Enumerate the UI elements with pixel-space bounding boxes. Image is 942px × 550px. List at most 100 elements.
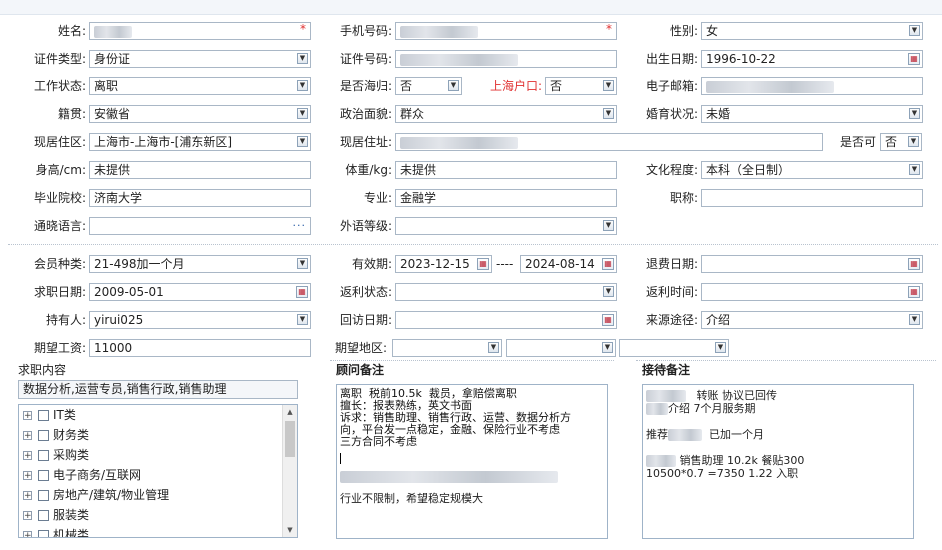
job-category-tree[interactable]: + IT类 + 财务类 + 采购类 + 电子商务/互联网 + 房地产/建筑/物业管理 + 服… <box>18 404 298 538</box>
calendar-icon[interactable]: ▦ <box>908 53 920 65</box>
valid-start-input[interactable]: 2023-12-15 ▦ <box>395 255 492 273</box>
checkbox[interactable] <box>38 410 49 421</box>
job-title-input[interactable] <box>701 189 923 207</box>
dropdown-arrow-icon[interactable]: ▼ <box>603 80 614 91</box>
holder-select[interactable]: yirui025 ▼ <box>89 311 311 329</box>
current-address-input[interactable] <box>395 133 823 151</box>
checkbox[interactable] <box>38 530 49 537</box>
job-search-date-input[interactable]: 2009-05-01 ▦ <box>89 283 311 301</box>
tree-node[interactable]: + IT类 <box>23 405 76 425</box>
tree-node[interactable]: + 服装类 <box>23 505 89 525</box>
checkbox[interactable] <box>38 450 49 461</box>
major-input[interactable]: 金融学 <box>395 189 617 207</box>
gender-select[interactable]: 女 ▼ <box>701 22 923 40</box>
id-type-select[interactable]: 身份证 ▼ <box>89 50 311 68</box>
dropdown-arrow-icon[interactable]: ▼ <box>448 80 459 91</box>
marital-status-select[interactable]: 未婚 ▼ <box>701 105 923 123</box>
tree-node[interactable]: + 房地产/建筑/物业管理 <box>23 485 169 505</box>
consultant-notes-textarea[interactable]: 离职 税前10.5k 裁员，拿赔偿离职 擅长：报表熟练，英文书面 诉求：销售助理… <box>336 384 608 539</box>
rebate-time-input[interactable]: ▦ <box>701 283 923 301</box>
tree-expand-icon[interactable]: + <box>23 431 32 441</box>
weight-input[interactable]: 未提供 <box>395 161 617 179</box>
reception-line-1-text: 转账 协议已回传 <box>696 389 778 402</box>
tree-scrollbar[interactable]: ▲ ▼ <box>282 405 297 537</box>
name-input[interactable]: * <box>89 22 311 40</box>
valid-end-input[interactable]: 2024-08-14 ▦ <box>520 255 617 273</box>
dropdown-arrow-icon[interactable]: ▼ <box>297 80 308 91</box>
dropdown-arrow-icon[interactable]: ▼ <box>603 220 614 231</box>
text-cursor <box>340 453 341 464</box>
current-area-select[interactable]: 上海市-上海市-[浦东新区] ▼ <box>89 133 311 151</box>
member-type-select[interactable]: 21-498加一个月 ▼ <box>89 255 311 273</box>
dropdown-arrow-icon[interactable]: ▼ <box>909 164 920 175</box>
tree-expand-icon[interactable]: + <box>23 411 32 421</box>
followup-date-input[interactable]: ▦ <box>395 311 617 329</box>
calendar-icon[interactable]: ▦ <box>908 286 920 298</box>
dropdown-arrow-icon[interactable]: ▼ <box>909 108 920 119</box>
dropdown-arrow-icon[interactable]: ▼ <box>909 314 920 325</box>
tree-expand-icon[interactable]: + <box>23 491 32 501</box>
calendar-icon[interactable]: ▦ <box>477 258 489 270</box>
dropdown-arrow-icon[interactable]: ▼ <box>909 25 920 36</box>
dropdown-arrow-icon[interactable]: ▼ <box>297 258 308 269</box>
tree-expand-icon[interactable]: + <box>23 531 32 537</box>
political-status-select[interactable]: 群众 ▼ <box>395 105 617 123</box>
expected-area-province-select[interactable]: ▼ <box>392 339 502 357</box>
dropdown-arrow-icon[interactable]: ▼ <box>488 342 499 353</box>
phone-input[interactable]: * <box>395 22 617 40</box>
is-available-select[interactable]: 否 ▼ <box>880 133 922 151</box>
tree-node[interactable]: + 机械类 <box>23 525 89 537</box>
tree-node-label: 采购类 <box>53 448 90 462</box>
dropdown-arrow-icon[interactable]: ▼ <box>297 314 308 325</box>
dropdown-arrow-icon[interactable]: ▼ <box>603 286 614 297</box>
calendar-icon[interactable]: ▦ <box>602 258 614 270</box>
dropdown-arrow-icon[interactable]: ▼ <box>297 53 308 64</box>
shanghai-hukou-select[interactable]: 否 ▼ <box>545 77 617 95</box>
tree-expand-icon[interactable]: + <box>23 511 32 521</box>
rebate-status-select[interactable]: ▼ <box>395 283 617 301</box>
education-select[interactable]: 本科（全日制） ▼ <box>701 161 923 179</box>
checkbox[interactable] <box>38 430 49 441</box>
calendar-icon[interactable]: ▦ <box>908 258 920 270</box>
expected-area-city-select[interactable]: ▼ <box>506 339 616 357</box>
source-select[interactable]: 介绍 ▼ <box>701 311 923 329</box>
native-place-select[interactable]: 安徽省 ▼ <box>89 105 311 123</box>
tree-node[interactable]: + 电子商务/互联网 <box>23 465 141 485</box>
name-label: 姓名: <box>57 24 86 38</box>
calendar-icon[interactable]: ▦ <box>602 314 614 326</box>
calendar-icon[interactable]: ▦ <box>296 286 308 298</box>
tree-node[interactable]: + 采购类 <box>23 445 89 465</box>
dropdown-arrow-icon[interactable]: ▼ <box>715 342 726 353</box>
reception-notes-textarea[interactable]: 转账 协议已回传 介绍 7个月服务期 推荐 已加一个月 销售助理 10.2k 餐… <box>642 384 914 539</box>
language-level-select[interactable]: ▼ <box>395 217 617 235</box>
languages-input[interactable]: ··· <box>89 217 311 235</box>
school-label: 毕业院校: <box>33 191 86 205</box>
id-number-input[interactable] <box>395 50 617 68</box>
height-input[interactable]: 未提供 <box>89 161 311 179</box>
school-input[interactable]: 济南大学 <box>89 189 311 207</box>
dropdown-arrow-icon[interactable]: ▼ <box>603 108 614 119</box>
email-input[interactable] <box>701 77 923 95</box>
checkbox[interactable] <box>38 470 49 481</box>
work-status-select[interactable]: 离职 ▼ <box>89 77 311 95</box>
dropdown-arrow-icon[interactable]: ▼ <box>602 342 613 353</box>
expected-area-district-select[interactable]: ▼ <box>619 339 729 357</box>
checkbox[interactable] <box>38 490 49 501</box>
reception-line-1: 转账 协议已回传 <box>646 389 777 402</box>
tree-expand-icon[interactable]: + <box>23 451 32 461</box>
more-options-icon[interactable]: ··· <box>293 218 307 234</box>
expected-salary-input[interactable]: 11000 <box>89 339 311 357</box>
tree-node[interactable]: + 财务类 <box>23 425 89 445</box>
dropdown-arrow-icon[interactable]: ▼ <box>908 136 919 147</box>
birth-date-input[interactable]: 1996-10-22 ▦ <box>701 50 923 68</box>
scrollbar-thumb[interactable] <box>285 421 295 457</box>
refund-date-input[interactable]: ▦ <box>701 255 923 273</box>
checkbox[interactable] <box>38 510 49 521</box>
dropdown-arrow-icon[interactable]: ▼ <box>297 136 308 147</box>
blurred-notes-line <box>340 469 558 483</box>
scroll-down-icon[interactable]: ▼ <box>283 523 297 537</box>
dropdown-arrow-icon[interactable]: ▼ <box>297 108 308 119</box>
tree-expand-icon[interactable]: + <box>23 471 32 481</box>
returnee-select[interactable]: 否 ▼ <box>395 77 462 95</box>
scroll-up-icon[interactable]: ▲ <box>283 405 297 419</box>
